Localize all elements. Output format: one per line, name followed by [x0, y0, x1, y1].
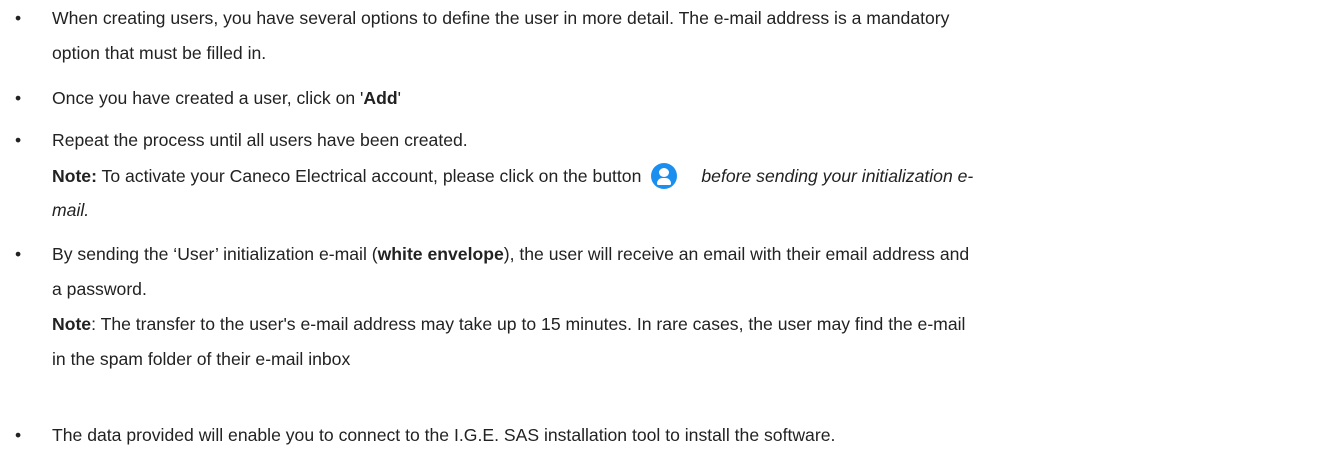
- paragraph-line: option that must be filled in.: [52, 43, 267, 63]
- paragraph-line: Once you have created a user, click on '…: [52, 86, 401, 110]
- note-line: in the spam folder of their e-mail inbox: [52, 349, 351, 369]
- note-italic-text: mail.: [52, 200, 90, 220]
- paragraph-line: By sending the ‘User’ initialization e-m…: [52, 242, 969, 266]
- note-line: Note: To activate your Caneco Electrical…: [52, 163, 974, 189]
- bullet-glyph: •: [15, 88, 22, 108]
- document-body: • When creating users, you have several …: [0, 0, 1317, 452]
- text-run: By sending the ‘User’ initialization e-m…: [52, 244, 378, 264]
- note-label: Note: [52, 314, 92, 334]
- text-run: Once you have created a user, click on ': [52, 88, 364, 108]
- note-text: To activate your Caneco Electrical accou…: [96, 166, 642, 186]
- paragraph-line: When creating users, you have several op…: [52, 8, 950, 28]
- user-account-icon: [651, 163, 678, 189]
- note-text: : The transfer to the user's e-mail addr…: [91, 314, 966, 334]
- paragraph-line: a password.: [52, 279, 147, 299]
- white-envelope-keyword: white envelope: [377, 244, 504, 264]
- text-run: ': [397, 88, 401, 108]
- note-italic-text: before sending your initialization e-: [701, 166, 974, 186]
- note-line: Note: The transfer to the user's e-mail …: [52, 312, 965, 336]
- note-line: mail.: [52, 198, 89, 222]
- paragraph-line: The data provided will enable you to con…: [52, 425, 836, 445]
- bullet-glyph: •: [15, 8, 22, 28]
- bullet-glyph: •: [15, 130, 22, 150]
- paragraph-line: Repeat the process until all users have …: [52, 130, 468, 150]
- add-keyword: Add: [363, 88, 398, 108]
- bullet-glyph: •: [15, 425, 22, 445]
- note-label: Note:: [52, 166, 97, 186]
- bullet-glyph: •: [15, 244, 22, 264]
- text-run: ), the user will receive an email with t…: [503, 244, 970, 264]
